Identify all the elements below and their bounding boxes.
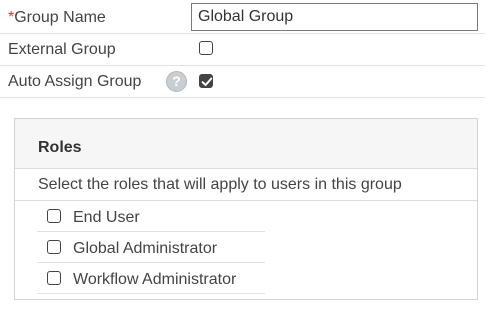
checkmark-icon [201, 77, 213, 86]
auto-assign-group-label: Auto Assign Group [8, 73, 142, 90]
role-label-end-user: End User [73, 209, 140, 226]
role-item-global-administrator[interactable]: Global Administrator [37, 232, 265, 263]
help-icon[interactable]: ? [166, 71, 187, 92]
roles-description: Select the roles that will apply to user… [38, 176, 402, 193]
roles-title: Roles [38, 139, 82, 156]
roles-list: End User Global Administrator Workflow A… [15, 201, 477, 299]
role-label-workflow-administrator: Workflow Administrator [73, 271, 237, 288]
group-name-row: *Group Name [0, 2, 485, 34]
external-group-checkbox[interactable] [199, 41, 213, 55]
role-checkbox-workflow-administrator[interactable] [47, 271, 61, 285]
role-label-global-administrator: Global Administrator [73, 240, 218, 257]
role-item-end-user[interactable]: End User [37, 201, 265, 232]
group-name-label: *Group Name [8, 8, 106, 28]
role-checkbox-global-administrator[interactable] [47, 240, 61, 254]
group-name-input[interactable] [191, 3, 478, 31]
auto-assign-group-row: Auto Assign Group ? [0, 66, 485, 98]
external-group-label: External Group [8, 41, 116, 58]
group-name-label-text: Group Name [14, 9, 106, 26]
role-checkbox-end-user[interactable] [47, 209, 61, 223]
roles-panel: Roles Select the roles that will apply t… [14, 118, 478, 300]
auto-assign-group-checkbox[interactable] [199, 74, 213, 88]
roles-description-row: Select the roles that will apply to user… [15, 169, 477, 201]
role-item-workflow-administrator[interactable]: Workflow Administrator [37, 263, 265, 294]
roles-panel-header: Roles [15, 119, 477, 169]
external-group-row: External Group [0, 34, 485, 66]
